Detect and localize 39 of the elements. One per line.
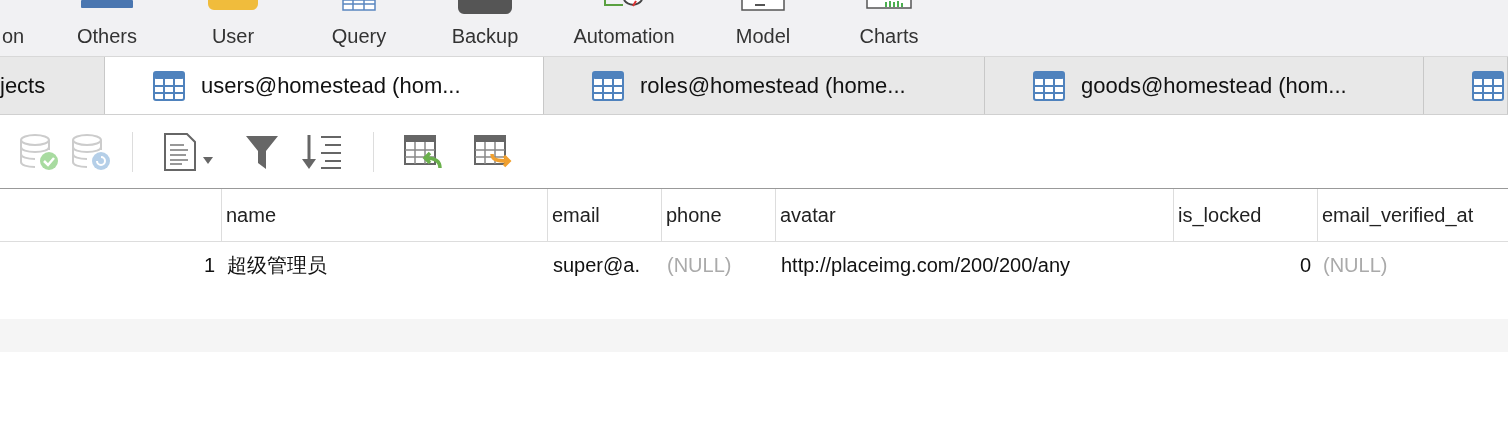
- chart-icon: [866, 0, 912, 9]
- window-icon: [741, 0, 785, 11]
- table-cell-text: http://placeimg.com/200/200/any: [781, 252, 1071, 278]
- tab[interactable]: users@homestead (hom...: [105, 57, 544, 114]
- table-cell-text: super@a.: [553, 252, 640, 278]
- document-dropdown-icon[interactable]: [163, 132, 215, 171]
- table-cell-text: 0: [1299, 252, 1311, 278]
- filter-icon[interactable]: [245, 133, 279, 170]
- column-header[interactable]: name: [226, 200, 277, 230]
- sort-icon[interactable]: [301, 132, 343, 171]
- table-icon: [153, 70, 185, 101]
- table-icon: [592, 70, 624, 101]
- toolbar-button-label[interactable]: Query: [331, 20, 387, 52]
- table-cell-text: 超级管理员: [227, 252, 327, 278]
- rounded-box-icon: [458, 0, 512, 14]
- toolbar-button-label[interactable]: Backup: [451, 20, 519, 52]
- toolbar-button-label[interactable]: Automation: [573, 20, 675, 52]
- grid-icon: [342, 0, 376, 11]
- column-header[interactable]: phone: [666, 200, 722, 230]
- rectangle-icon: [81, 0, 133, 8]
- tab[interactable]: jects: [0, 57, 105, 114]
- database-check-icon[interactable]: [18, 131, 60, 172]
- table-icon: [1033, 70, 1065, 101]
- toolbar-button-label[interactable]: Charts: [859, 20, 919, 52]
- table-cell-text: (NULL): [1323, 252, 1388, 278]
- toolbar-button-label[interactable]: Model: [735, 20, 791, 52]
- table-export-icon[interactable]: [474, 134, 514, 169]
- table-icon: [1472, 70, 1504, 101]
- column-header[interactable]: email: [552, 200, 600, 230]
- table-cell-text: 1: [203, 252, 215, 278]
- column-header[interactable]: email_verified_at: [1322, 200, 1474, 230]
- toolbar-button-label[interactable]: User: [211, 20, 255, 52]
- table-cell-text: (NULL): [667, 252, 732, 278]
- column-header[interactable]: is_locked: [1178, 200, 1262, 230]
- toolbar-button-label[interactable]: on: [1, 20, 25, 52]
- column-header[interactable]: avatar: [780, 200, 836, 230]
- rounded-box-icon: [208, 0, 258, 10]
- toolbar-button-label[interactable]: Others: [77, 20, 137, 52]
- table-import-icon[interactable]: [404, 134, 442, 169]
